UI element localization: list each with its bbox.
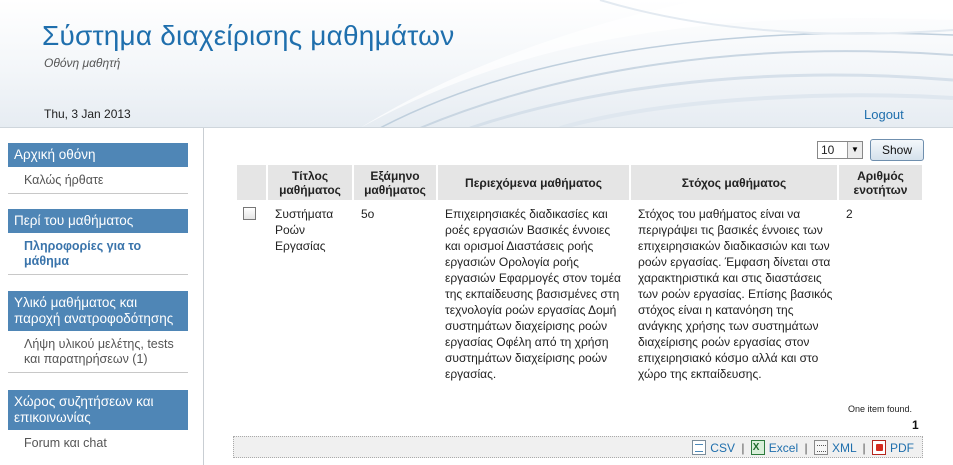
header-select (237, 165, 268, 200)
show-button[interactable]: Show (870, 139, 924, 161)
export-links: CSV | Excel | XML | PDF (692, 440, 914, 455)
cell-goal: Στόχος του μαθήματος είναι να περιγράψει… (638, 207, 833, 381)
column-header-units[interactable]: Αριθμός ενοτήτων (838, 165, 924, 200)
table-row: Συστήματα Ροών Εργασίας 5ο Επιχειρησιακέ… (237, 200, 923, 388)
sidebar-heading[interactable]: Περί του μαθήματος (8, 209, 188, 233)
sidebar-section-material: Υλικό μαθήματος και παροχή ανατροφοδότησ… (8, 291, 188, 373)
csv-icon (692, 440, 707, 455)
header-banner: Σύστημα διαχείρισης μαθημάτων Οθόνη μαθη… (0, 0, 953, 128)
pdf-icon (872, 440, 886, 455)
app-subtitle: Οθόνη μαθητή (44, 56, 121, 70)
column-header-goal[interactable]: Στόχος μαθήματος (630, 165, 839, 200)
separator: | (804, 441, 808, 455)
sidebar-item-downloads[interactable]: Λήψη υλικού μελέτης, tests και παρατηρήσ… (8, 331, 188, 373)
column-header-semester[interactable]: Εξάμηνο μαθήματος (353, 165, 438, 200)
export-excel-link[interactable]: Excel (769, 441, 798, 455)
export-pdf-link[interactable]: PDF (890, 441, 914, 455)
excel-icon (750, 440, 765, 455)
cell-title: Συστήματα Ροών Εργασίας (275, 207, 334, 253)
sidebar-heading[interactable]: Υλικό μαθήματος και παροχή ανατροφοδότησ… (8, 291, 188, 331)
cell-semester: 5ο (361, 207, 375, 221)
export-csv-link[interactable]: CSV (710, 441, 735, 455)
page-size-select[interactable]: 10 ▼ (817, 141, 863, 159)
sidebar-section-home: Αρχική οθόνη Καλώς ήρθατε (8, 143, 188, 194)
app-title: Σύστημα διαχείρισης μαθημάτων (42, 20, 455, 51)
row-select-cell (237, 200, 267, 388)
sidebar-heading[interactable]: Χώρος συζητήσεων και επικοινωνίας (8, 390, 188, 430)
export-xml-link[interactable]: XML (832, 441, 856, 455)
column-header-contents[interactable]: Περιεχόμενα μαθήματος (437, 165, 631, 200)
column-header-title[interactable]: Τίτλος μαθήματος (267, 165, 354, 200)
sidebar-section-about: Περί του μαθήματος Πληροφορίες για το μά… (8, 209, 188, 275)
logout-link[interactable]: Logout (864, 107, 904, 122)
chevron-down-icon[interactable]: ▼ (847, 142, 862, 158)
row-checkbox[interactable] (243, 207, 256, 220)
sidebar-section-forum: Χώρος συζητήσεων και επικοινωνίας Forum … (8, 390, 188, 456)
separator: | (862, 441, 866, 455)
courses-table: Τίτλος μαθήματος Εξάμηνο μαθήματος Περιε… (237, 165, 924, 388)
current-date: Thu, 3 Jan 2013 (44, 107, 131, 121)
page-number[interactable]: 1 (912, 418, 919, 432)
sidebar-item-welcome[interactable]: Καλώς ήρθατε (8, 167, 188, 194)
cell-units: 2 (846, 207, 853, 221)
items-found-text: One item found. (848, 404, 913, 414)
sidebar-heading[interactable]: Αρχική οθόνη (8, 143, 188, 167)
separator: | (741, 441, 745, 455)
sidebar-item-course-info[interactable]: Πληροφορίες για το μάθημα (8, 233, 188, 275)
xml-icon (813, 440, 828, 455)
sidebar-item-forum[interactable]: Forum και chat (8, 430, 188, 456)
export-bar: CSV | Excel | XML | PDF (233, 436, 923, 458)
sidebar: Αρχική οθόνη Καλώς ήρθατε Περί του μαθήμ… (0, 128, 204, 465)
table-header-row: Τίτλος μαθήματος Εξάμηνο μαθήματος Περιε… (237, 165, 924, 200)
page-size-value: 10 (821, 143, 835, 157)
main-content: 10 ▼ Show Τίτλος μαθήματος Εξάμηνο μαθήμ… (205, 128, 953, 465)
cell-contents: Επιχειρησιακές διαδικασίες και ροές εργα… (445, 207, 621, 381)
